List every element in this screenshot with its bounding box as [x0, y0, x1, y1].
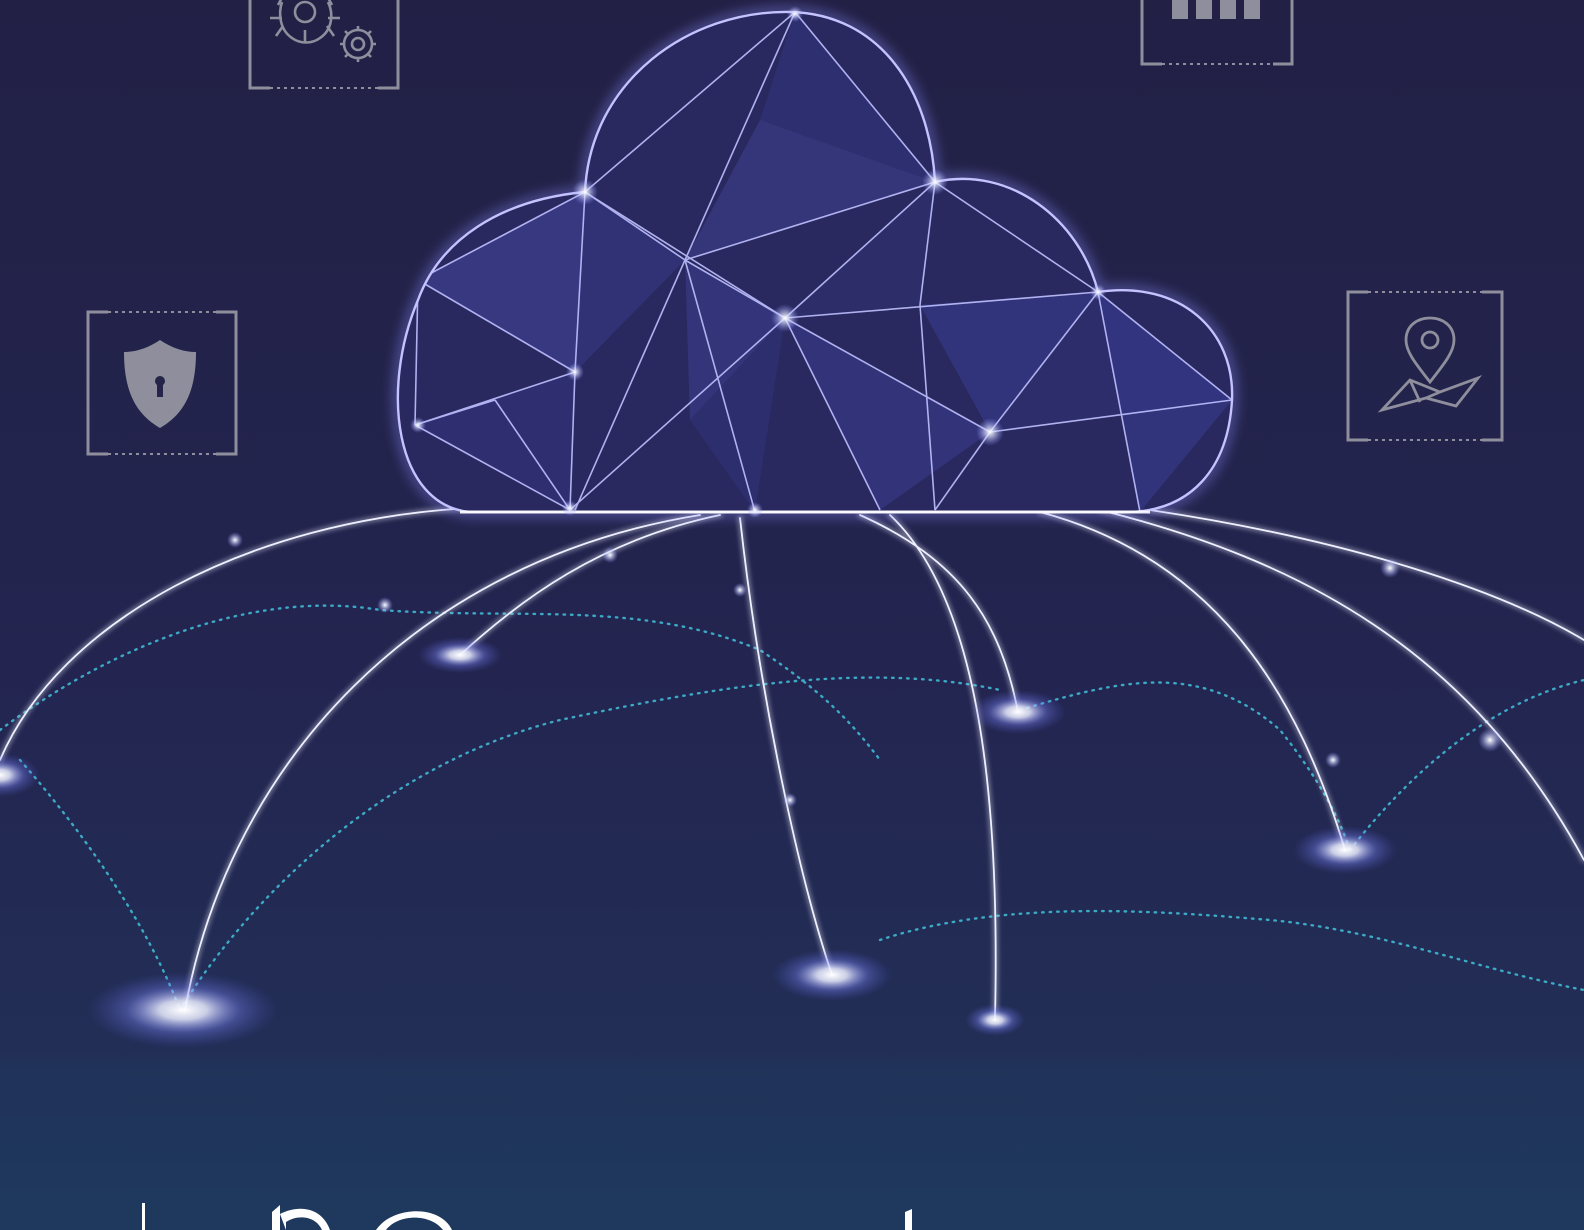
arc-sparkle — [1478, 728, 1502, 752]
arc-sparkle — [733, 583, 747, 597]
arc-sparkle — [1380, 558, 1400, 578]
bottom-fade — [0, 1060, 1584, 1230]
endpoint-glow — [772, 949, 892, 1001]
endpoint-glow — [1293, 826, 1397, 874]
endpoint-glow — [88, 972, 278, 1048]
cloud-network-illustration — [0, 0, 1584, 1230]
arc-sparkle — [377, 597, 393, 613]
endpoint-glow — [418, 637, 502, 673]
arc-sparkle — [783, 793, 797, 807]
arc-sparkle — [602, 547, 618, 563]
endpoint-glow — [965, 1004, 1025, 1036]
arc-sparkle — [1325, 752, 1341, 768]
illustration-canvas — [0, 0, 1584, 1230]
endpoint-glow — [970, 690, 1066, 734]
arc-sparkle — [227, 532, 243, 548]
